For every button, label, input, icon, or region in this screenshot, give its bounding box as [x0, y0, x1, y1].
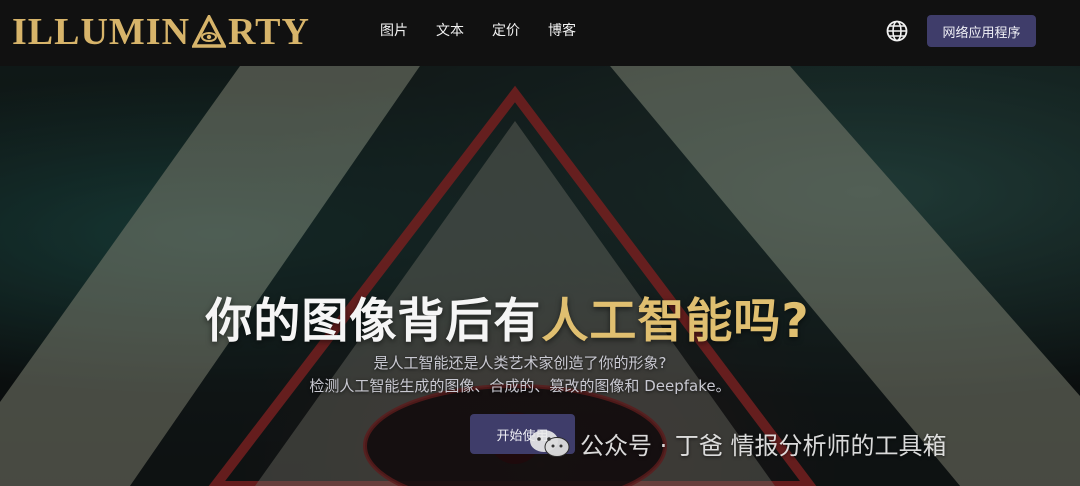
nav-link-images[interactable]: 图片 [380, 20, 408, 40]
logo-text-right: RTY [228, 11, 310, 53]
logo-text-left: ILLUMIN [12, 11, 191, 53]
logo-eye-triangle-icon [192, 15, 227, 48]
hero-section: 你的图像背后有人工智能吗? 是人工智能还是人类艺术家创造了你的形象? 检测人工智… [0, 66, 1080, 486]
nav-link-pricing[interactable]: 定价 [492, 20, 520, 40]
hero-subtitle-line2: 检测人工智能生成的图像、合成的、篡改的图像和 Deepfake。 [309, 377, 731, 395]
web-app-button[interactable]: 网络应用程序 [927, 15, 1036, 47]
wechat-icon [530, 430, 570, 457]
nav-link-text[interactable]: 文本 [436, 20, 464, 40]
hero-subtitle-line1: 是人工智能还是人类艺术家创造了你的形象? [373, 354, 667, 372]
headline-gold-part: 人工智能吗? [541, 294, 810, 349]
hero-headline: 你的图像背后有人工智能吗? [0, 282, 1015, 351]
nav-link-blog[interactable]: 博客 [548, 20, 576, 40]
top-navbar: ILLUMIN RTY 图片 文本 定价 博客 网络应用程序 [0, 0, 1080, 66]
headline-white-part: 你的图像背后有 [205, 294, 542, 349]
main-nav: 图片 文本 定价 博客 [380, 20, 576, 40]
brand-logo[interactable]: ILLUMIN RTY [12, 10, 310, 54]
globe-icon[interactable] [886, 20, 908, 42]
watermark-text: 公众号 · 丁爸 情报分析师的工具箱 [580, 431, 947, 460]
wechat-watermark: 公众号 · 丁爸 情报分析师的工具箱 [528, 424, 947, 462]
